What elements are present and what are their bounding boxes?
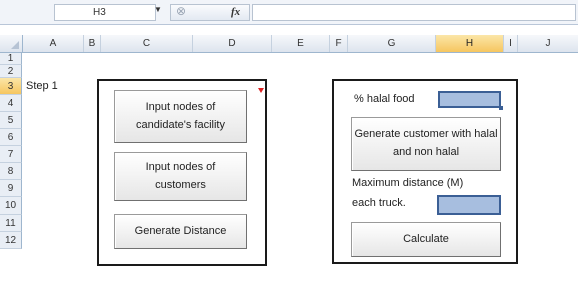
generate-customer-button[interactable]: Generate customer with halal and non hal… xyxy=(351,117,501,171)
column-header-e[interactable]: E xyxy=(272,35,330,52)
column-header-f[interactable]: F xyxy=(330,35,348,52)
comment-marker xyxy=(258,88,264,93)
max-distance-label: Maximum distance (M) xyxy=(352,177,464,189)
row-header-8[interactable]: 8 xyxy=(0,163,22,180)
column-header-h[interactable]: H xyxy=(436,35,504,52)
row-header-4[interactable]: 4 xyxy=(0,95,22,112)
row-header-10[interactable]: 10 xyxy=(0,197,22,215)
row-header-2[interactable]: 2 xyxy=(0,65,22,78)
column-header-j[interactable]: J xyxy=(518,35,578,52)
column-header-a[interactable]: A xyxy=(23,35,84,52)
calculate-button[interactable]: Calculate xyxy=(351,222,501,257)
generate-distance-button[interactable]: Generate Distance xyxy=(114,214,247,249)
input-customer-nodes-button[interactable]: Input nodes of customers xyxy=(114,152,247,201)
column-header-row: A B C D E F G H I J xyxy=(0,35,578,53)
column-header-d[interactable]: D xyxy=(193,35,272,52)
row-header-3[interactable]: 3 xyxy=(0,78,22,95)
halal-percent-input[interactable] xyxy=(438,91,501,108)
cell-a3[interactable]: Step 1 xyxy=(26,80,58,92)
column-header-g[interactable]: G xyxy=(348,35,436,52)
generate-customer-label: Generate customer with halal and non hal… xyxy=(354,128,498,158)
halal-percent-label: % halal food xyxy=(354,93,415,105)
max-distance-label-line2: each truck. xyxy=(352,197,406,209)
row-header-1[interactable]: 1 xyxy=(0,53,22,65)
row-header-7[interactable]: 7 xyxy=(0,146,22,163)
name-box[interactable]: H3 xyxy=(54,4,156,21)
column-header-c[interactable]: C xyxy=(101,35,193,52)
input-customer-nodes-label: Input nodes of customers xyxy=(145,160,216,191)
cancel-icon[interactable]: ⊗ xyxy=(174,4,188,18)
calculate-label: Calculate xyxy=(403,232,449,245)
input-facility-nodes-button[interactable]: Input nodes of candidate's facility xyxy=(114,90,247,143)
row-header-5[interactable]: 5 xyxy=(0,112,22,129)
row-header-11[interactable]: 11 xyxy=(0,215,22,232)
column-header-b[interactable]: B xyxy=(84,35,101,52)
row-header-6[interactable]: 6 xyxy=(0,129,22,146)
insert-function-icon[interactable]: fx xyxy=(231,5,240,20)
select-all-corner[interactable] xyxy=(0,35,23,52)
column-header-i[interactable]: I xyxy=(504,35,518,52)
formula-controls: ⊗ fx xyxy=(170,4,250,21)
formula-input[interactable] xyxy=(252,4,576,21)
max-distance-input[interactable] xyxy=(437,195,501,215)
input-facility-nodes-label: Input nodes of candidate's facility xyxy=(136,100,225,131)
row-header-12[interactable]: 12 xyxy=(0,232,22,249)
generate-distance-label: Generate Distance xyxy=(134,224,227,237)
row-header-9[interactable]: 9 xyxy=(0,180,22,197)
formula-bar: H3 ▼ ⊗ fx xyxy=(0,0,578,25)
fill-handle[interactable] xyxy=(499,106,503,110)
chevron-down-icon[interactable]: ▼ xyxy=(154,5,162,14)
